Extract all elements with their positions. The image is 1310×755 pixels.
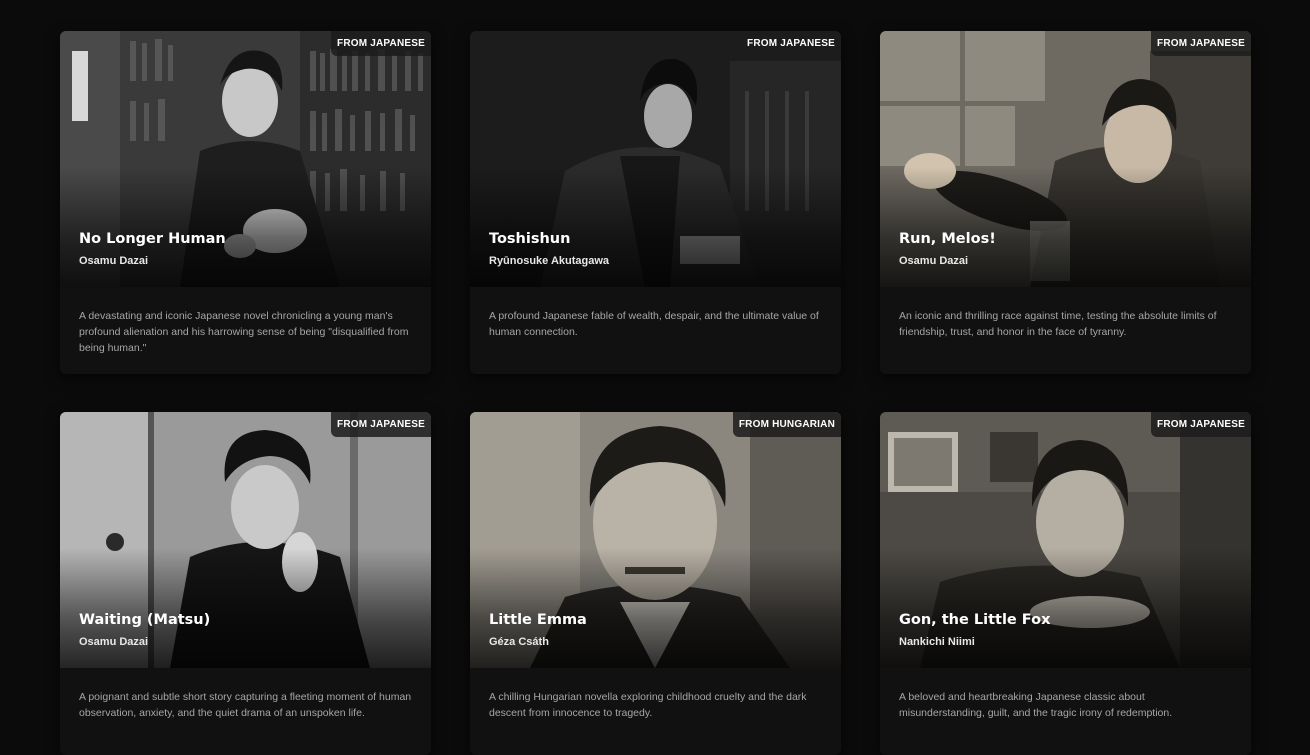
book-description: A beloved and heartbreaking Japanese cla… [899, 691, 1173, 719]
language-badge: FROM HUNGARIAN [732, 412, 841, 437]
author-portrait: FROM JAPANESE No Longer Human Osamu Daza… [60, 31, 431, 287]
book-author: Géza Csáth [489, 636, 549, 648]
image-gradient-overlay [60, 548, 431, 668]
book-author: Osamu Dazai [79, 255, 149, 267]
image-gradient-overlay [60, 167, 431, 287]
book-description: An iconic and thrilling race against tim… [899, 310, 1217, 338]
image-gradient-overlay [880, 548, 1251, 668]
book-author: Nankichi Niimi [899, 636, 975, 648]
book-description: A profound Japanese fable of wealth, des… [489, 310, 819, 338]
book-description: A chilling Hungarian novella exploring c… [489, 691, 807, 719]
book-description: A poignant and subtle short story captur… [79, 691, 412, 719]
book-title: Toshishun [489, 231, 571, 247]
book-author: Ryūnosuke Akutagawa [489, 255, 610, 267]
language-badge: FROM JAPANESE [331, 412, 431, 437]
book-card-little-emma[interactable]: FROM HUNGARIAN Little Emma Géza Csáth A … [470, 412, 841, 755]
image-gradient-overlay [470, 167, 841, 287]
author-portrait: FROM HUNGARIAN Little Emma Géza Csáth [470, 412, 841, 668]
author-portrait: FROM JAPANESE Toshishun Ryūnosuke Akutag… [470, 31, 841, 287]
book-title: Gon, the Little Fox [899, 612, 1051, 628]
book-title: Waiting (Matsu) [79, 612, 211, 628]
author-portrait: FROM JAPANESE Gon, the Little Fox Nankic… [880, 412, 1251, 668]
book-card-gon-the-little-fox[interactable]: FROM JAPANESE Gon, the Little Fox Nankic… [880, 412, 1251, 755]
book-author: Osamu Dazai [79, 636, 149, 648]
book-grid: FROM JAPANESE No Longer Human Osamu Daza… [60, 31, 1251, 755]
book-card-toshishun[interactable]: FROM JAPANESE Toshishun Ryūnosuke Akutag… [470, 31, 841, 374]
book-title: Run, Melos! [899, 231, 996, 247]
image-gradient-overlay [470, 548, 841, 668]
language-badge: FROM JAPANESE [741, 31, 841, 56]
author-portrait: FROM JAPANESE Waiting (Matsu) Osamu Daza… [60, 412, 431, 668]
book-card-run-melos[interactable]: FROM JAPANESE Run, Melos! Osamu Dazai An… [880, 31, 1251, 374]
language-badge: FROM JAPANESE [1151, 412, 1251, 437]
image-gradient-overlay [880, 167, 1251, 287]
book-title: No Longer Human [79, 231, 226, 247]
book-card-no-longer-human[interactable]: FROM JAPANESE No Longer Human Osamu Daza… [60, 31, 431, 374]
language-badge: FROM JAPANESE [331, 31, 431, 56]
book-author: Osamu Dazai [899, 255, 969, 267]
language-badge: FROM JAPANESE [1151, 31, 1251, 56]
book-description: A devastating and iconic Japanese novel … [79, 310, 409, 354]
book-card-waiting-matsu[interactable]: FROM JAPANESE Waiting (Matsu) Osamu Daza… [60, 412, 431, 755]
author-portrait: FROM JAPANESE Run, Melos! Osamu Dazai [880, 31, 1251, 287]
book-title: Little Emma [489, 612, 587, 628]
